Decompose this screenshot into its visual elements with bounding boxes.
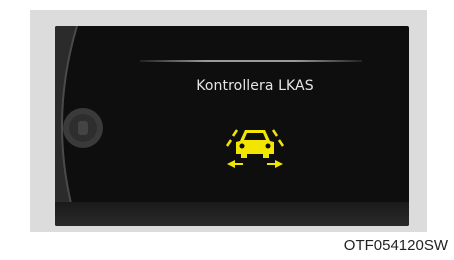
figure-caption: OTF054120SW <box>343 237 448 254</box>
lower-bezel <box>55 202 409 226</box>
lkas-lane-keeping-icon <box>225 129 285 168</box>
lkas-check-message: Kontrollera LKAS <box>196 78 314 94</box>
figure: Kontrollera LKAS OTF054120SW <box>0 0 454 260</box>
cluster-display: Kontrollera LKAS <box>55 26 409 226</box>
divider-line <box>140 60 362 62</box>
